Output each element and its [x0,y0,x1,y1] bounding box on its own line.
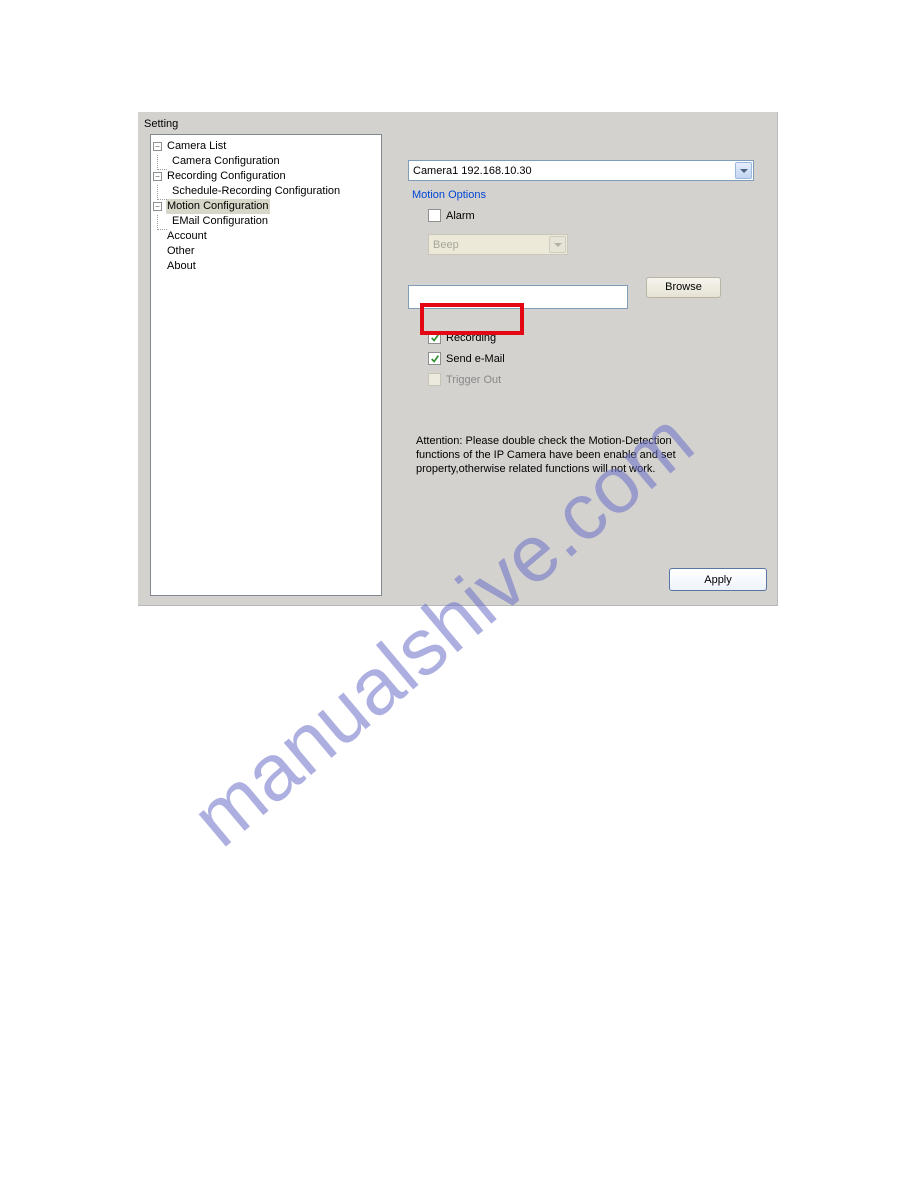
recording-checkbox[interactable] [428,331,441,344]
tree-node-motion-config[interactable]: − Motion Configuration [153,199,379,214]
recording-label: Recording [446,332,496,344]
check-icon [430,354,440,364]
trigger-out-label: Trigger Out [446,374,501,386]
motion-options-pane: Camera1 192.168.10.30 Motion Options Ala… [408,160,768,476]
tree-node-camera-list[interactable]: − Camera List [153,139,379,154]
beep-select: Beep [428,234,568,255]
browse-label: Browse [665,281,702,293]
path-input[interactable] [408,285,628,309]
tree-label: Account [166,229,208,244]
tree-view[interactable]: − Camera List Camera Configuration − Rec… [150,134,382,596]
settings-panel: Setting − Camera List Camera Configurati… [138,112,778,606]
apply-wrap: Apply [669,568,767,591]
chevron-down-icon [554,243,562,247]
send-email-row: Send e-Mail [428,352,768,365]
collapse-icon[interactable]: − [153,202,162,211]
tree-label: Other [166,244,196,259]
chevron-down-icon [740,169,748,173]
panel-title: Setting [144,118,178,130]
alarm-label: Alarm [446,210,475,222]
tree-node-recording-config[interactable]: − Recording Configuration [153,169,379,184]
attention-text: Attention: Please double check the Motio… [416,434,716,476]
tree-node-camera-config[interactable]: Camera Configuration [153,154,379,169]
trigger-out-checkbox [428,373,441,386]
alarm-row: Alarm [428,209,768,222]
send-email-checkbox[interactable] [428,352,441,365]
tree-node-schedule-recording[interactable]: Schedule-Recording Configuration [153,184,379,199]
tree-label: EMail Configuration [171,214,269,229]
tree-node-account[interactable]: Account [153,229,379,244]
apply-button[interactable]: Apply [669,568,767,591]
tree-label-selected: Motion Configuration [166,199,270,214]
dropdown-button-disabled [549,236,566,253]
apply-label: Apply [704,574,732,586]
tree-node-about[interactable]: About [153,259,379,274]
dropdown-button[interactable] [735,162,752,179]
tree-label: Camera Configuration [171,154,281,169]
send-email-label: Send e-Mail [446,353,505,365]
tree-node-email-config[interactable]: EMail Configuration [153,214,379,229]
tree-node-other[interactable]: Other [153,244,379,259]
camera-select[interactable]: Camera1 192.168.10.30 [408,160,754,181]
recording-row: Recording [428,331,768,344]
camera-select-value: Camera1 192.168.10.30 [413,165,532,177]
trigger-out-row: Trigger Out [428,373,768,386]
collapse-icon[interactable]: − [153,142,162,151]
tree-label: Recording Configuration [166,169,287,184]
collapse-icon[interactable]: − [153,172,162,181]
beep-value: Beep [433,239,459,251]
motion-options-label: Motion Options [412,189,768,201]
tree-label: About [166,259,197,274]
check-icon [430,333,440,343]
browse-button[interactable]: Browse [646,277,721,298]
tree-label: Schedule-Recording Configuration [171,184,341,199]
alarm-checkbox[interactable] [428,209,441,222]
tree-label: Camera List [166,139,227,154]
